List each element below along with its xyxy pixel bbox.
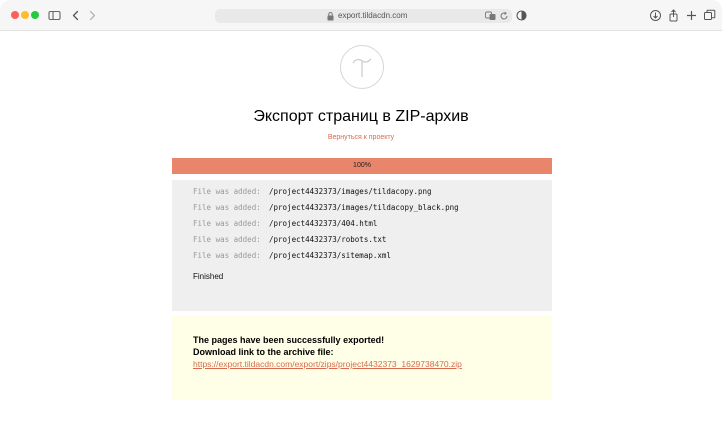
log-prefix: File was added:	[193, 203, 261, 212]
export-result: The pages have been successfully exporte…	[172, 316, 552, 400]
forward-icon[interactable]	[85, 8, 100, 23]
reload-icon[interactable]	[499, 11, 509, 21]
log-prefix: File was added:	[193, 235, 261, 244]
log-path: /project4432373/images/tildacopy.png	[269, 187, 432, 196]
log-finished: Finished	[193, 272, 224, 281]
zoom-window-button[interactable]	[31, 11, 39, 19]
tilda-logo-icon	[340, 45, 384, 89]
lock-icon	[326, 11, 335, 21]
log-prefix: File was added:	[193, 187, 261, 196]
log-path: /project4432373/images/tildacopy_black.p…	[269, 203, 459, 212]
success-message: The pages have been successfully exporte…	[193, 335, 385, 345]
export-log: File was added: /project4432373/images/t…	[172, 180, 552, 311]
log-prefix: File was added:	[193, 251, 261, 260]
archive-download-link[interactable]: https://export.tildacdn.com/export/zips/…	[193, 358, 462, 370]
address-bar[interactable]: export.tildacdn.com	[215, 9, 512, 23]
tab-overview-icon[interactable]	[702, 8, 717, 23]
privacy-shield-icon[interactable]	[514, 8, 529, 23]
address-text: export.tildacdn.com	[338, 11, 408, 20]
browser-window: export.tildacdn.com Экспорт страниц в ZI…	[0, 0, 722, 439]
log-prefix: File was added:	[193, 219, 261, 228]
translate-icon[interactable]	[485, 11, 496, 21]
log-path: /project4432373/404.html	[269, 219, 378, 228]
progress-label: 100%	[353, 162, 371, 169]
log-path: /project4432373/sitemap.xml	[269, 251, 391, 260]
export-progress-bar: 100%	[172, 158, 552, 174]
close-window-button[interactable]	[11, 11, 19, 19]
minimize-window-button[interactable]	[21, 11, 29, 19]
browser-toolbar: export.tildacdn.com	[0, 0, 722, 31]
back-icon[interactable]	[68, 8, 83, 23]
share-icon[interactable]	[666, 8, 681, 23]
sidebar-toggle-icon[interactable]	[47, 8, 62, 23]
log-path: /project4432373/robots.txt	[269, 235, 387, 244]
page-title: Экспорт страниц в ZIP-архив	[253, 108, 469, 125]
download-label: Download link to the archive file:	[193, 347, 334, 357]
new-tab-icon[interactable]	[684, 8, 699, 23]
download-icon[interactable]	[648, 8, 663, 23]
back-to-project-link[interactable]: Вернуться к проекту	[0, 133, 722, 143]
